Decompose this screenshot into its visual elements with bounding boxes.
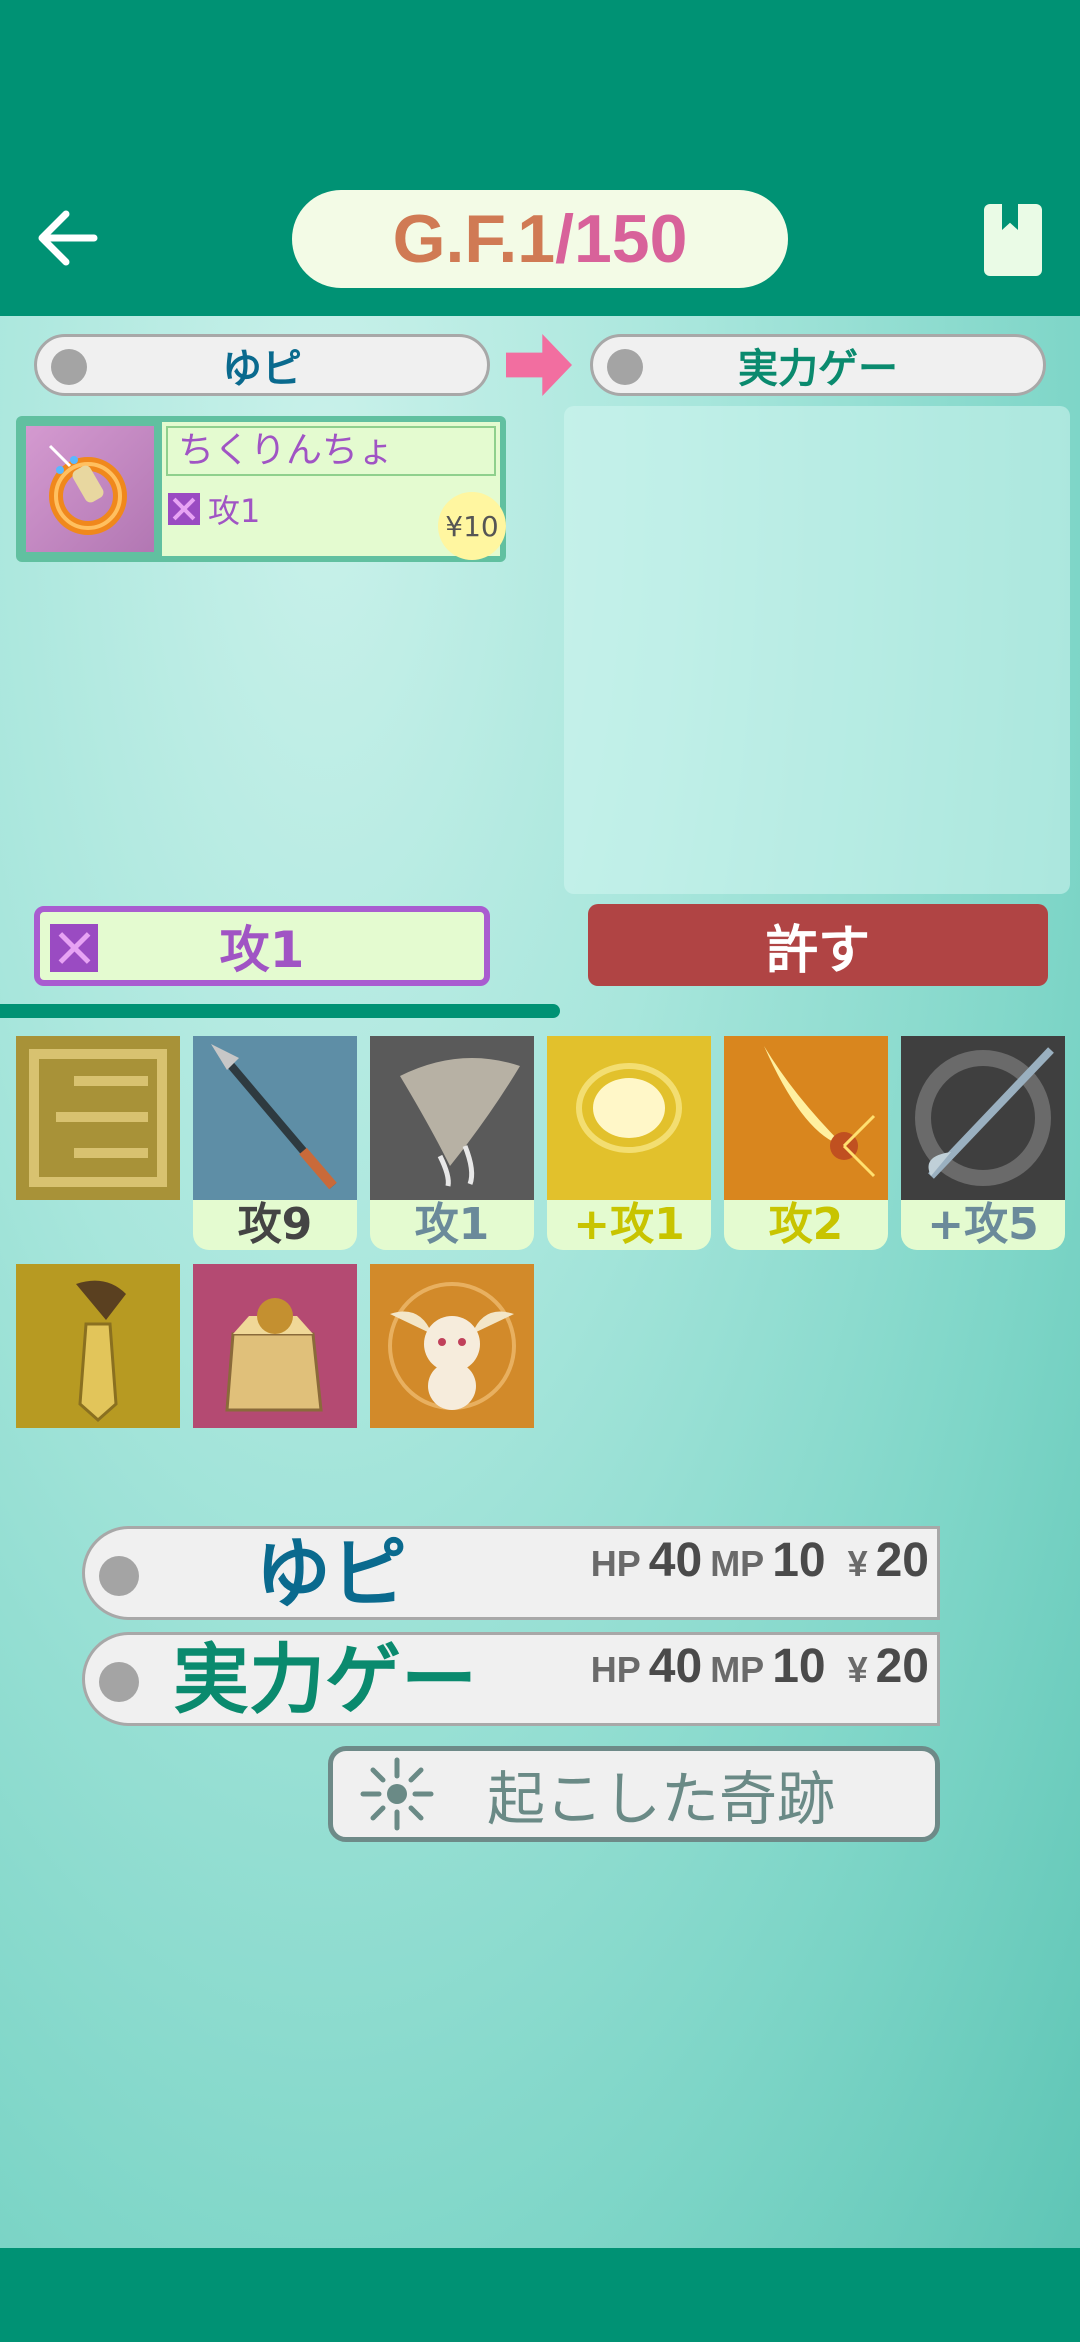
target-item-panel[interactable]: [564, 406, 1070, 894]
item-price-badge: ¥10: [438, 492, 506, 560]
card-label-5: +攻5: [901, 1200, 1065, 1250]
glow-orb-icon: [547, 1036, 711, 1200]
mp-value: 10: [772, 1640, 826, 1693]
player-status-yupi[interactable]: ゆピ HP 40 MP 10 ¥ 20: [82, 1526, 940, 1620]
ring-icon: [48, 444, 127, 535]
blade-burst-icon: [724, 1036, 888, 1200]
spear-icon: [193, 1036, 357, 1200]
attack-cross-icon: [50, 924, 98, 972]
item-card-4[interactable]: 攻2: [724, 1036, 888, 1250]
arrow-left-icon: [38, 210, 98, 266]
player-dot-icon: [607, 349, 643, 385]
player-dot-icon: [51, 349, 87, 385]
card-label-4: 攻2: [724, 1200, 888, 1250]
bottom-bar: [0, 2248, 1080, 2342]
player-dot-icon: [99, 1556, 139, 1596]
effect-display[interactable]: 攻1: [34, 906, 490, 986]
item-thumbnail: [26, 426, 154, 552]
to-player-pill[interactable]: 実力ゲー: [590, 334, 1046, 396]
item-effect: 攻1: [168, 486, 260, 532]
item-card-5[interactable]: +攻5: [901, 1036, 1065, 1250]
mp-label: MP: [710, 1649, 765, 1690]
mp-label: MP: [710, 1543, 765, 1584]
spiked-box-icon: [193, 1264, 357, 1428]
item-card-0[interactable]: [16, 1036, 180, 1250]
yen-label: ¥: [847, 1649, 868, 1690]
item-card-1[interactable]: 攻9: [193, 1036, 357, 1250]
item-card-7[interactable]: [193, 1264, 357, 1478]
yen-label: ¥: [847, 1543, 868, 1584]
card-label-1: 攻9: [193, 1200, 357, 1250]
player-name: 実力ゲー: [173, 1635, 477, 1724]
back-button[interactable]: [30, 200, 106, 276]
selected-item-card[interactable]: ちくりんちょ 攻1 ¥10: [16, 416, 506, 562]
item-card-2[interactable]: 攻1: [370, 1036, 534, 1250]
card-label-3: +攻1: [547, 1200, 711, 1250]
from-player-pill[interactable]: ゆピ: [34, 334, 490, 396]
attack-cross-icon: [168, 493, 200, 525]
item-card-3[interactable]: +攻1: [547, 1036, 711, 1250]
hp-label: HP: [590, 1649, 641, 1690]
section-divider: [0, 1004, 560, 1018]
from-player-name: ゆピ: [222, 346, 302, 392]
hp-value: 40: [648, 1534, 703, 1587]
to-player-name: 実力ゲー: [738, 346, 898, 392]
winged-creature-icon: [370, 1264, 534, 1428]
miracles-label: 起こした奇跡: [487, 1765, 836, 1833]
player-dot-icon: [99, 1662, 139, 1702]
forgive-button[interactable]: 許す: [588, 904, 1048, 986]
arrow-right-icon: [506, 334, 572, 396]
miracles-button[interactable]: 起こした奇跡: [328, 1746, 940, 1842]
yen-value: 20: [875, 1534, 929, 1587]
game-total: /150: [555, 201, 688, 277]
player-name: ゆピ: [255, 1529, 407, 1618]
effect-label: 攻1: [219, 921, 305, 979]
crystal-pendant-icon: [16, 1264, 180, 1428]
item-info: ちくりんちょ 攻1 ¥10: [162, 422, 506, 560]
kanji-tile-icon: [16, 1036, 180, 1200]
player-status-jitsuryoku[interactable]: 実力ゲー HP 40 MP 10 ¥ 20: [82, 1632, 940, 1726]
item-name: ちくりんちょ: [166, 426, 496, 476]
card-label-2: 攻1: [370, 1200, 534, 1250]
claw-icon: [370, 1036, 534, 1200]
mp-value: 10: [772, 1534, 826, 1587]
item-card-6[interactable]: [16, 1264, 180, 1478]
bookmark-book-icon[interactable]: [984, 204, 1042, 276]
harpoon-icon: [901, 1036, 1065, 1200]
yen-value: 20: [875, 1640, 929, 1693]
game-number: G.F.1: [392, 201, 556, 277]
player-stats: HP 40 MP 10 ¥ 20: [591, 1639, 929, 1694]
item-card-8[interactable]: [370, 1264, 534, 1478]
hp-label: HP: [590, 1543, 641, 1584]
hp-value: 40: [648, 1640, 703, 1693]
player-stats: HP 40 MP 10 ¥ 20: [591, 1533, 929, 1588]
game-progress-title: G.F.1 /150: [292, 190, 788, 288]
item-effect-label: 攻1: [208, 492, 261, 530]
sparkle-icon: [360, 1757, 434, 1831]
